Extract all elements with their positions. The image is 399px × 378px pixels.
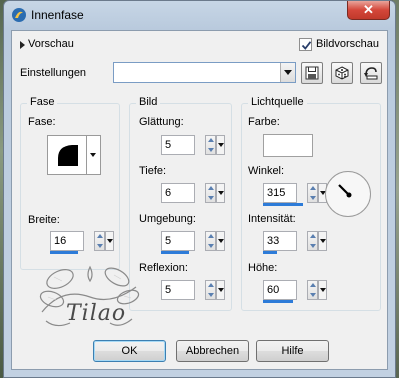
intensity-value: 33 — [267, 235, 280, 247]
fase-shape-preview[interactable] — [47, 135, 87, 175]
angle-slider-bar[interactable] — [263, 203, 303, 206]
height-spinbox[interactable]: 60 — [263, 280, 327, 303]
intensity-slider-bar[interactable] — [263, 251, 277, 254]
smoothness-spin-arrows[interactable] — [205, 135, 216, 155]
intensity-spinbox[interactable]: 33 — [263, 231, 327, 254]
depth-spinbox[interactable]: 6 — [161, 183, 225, 203]
smoothness-label: Glättung: — [139, 116, 184, 128]
ok-button[interactable]: OK — [93, 340, 166, 362]
tilao-watermark: Tilao — [32, 257, 148, 343]
light-color-swatch[interactable] — [263, 134, 313, 157]
ambient-spinbox[interactable]: 5 — [161, 231, 225, 254]
ambient-slider-bar[interactable] — [161, 251, 189, 254]
watermark-text: Tilao — [66, 301, 127, 326]
ambient-value: 5 — [165, 235, 172, 247]
title-bar[interactable]: Innenfase ✕ — [4, 1, 395, 29]
ambient-dropdown[interactable] — [216, 231, 225, 251]
intensity-label: Intensität: — [248, 213, 296, 225]
window-title: Innenfase — [31, 8, 84, 22]
depth-label: Tiefe: — [139, 165, 167, 177]
angle-dial[interactable] — [325, 171, 371, 217]
height-value: 60 — [267, 284, 280, 296]
save-preset-button[interactable] — [301, 62, 323, 84]
ambient-label: Umgebung: — [139, 213, 196, 225]
bildvorschau-label: Bildvorschau — [316, 38, 379, 50]
settings-combobox[interactable] — [113, 62, 296, 83]
preview-toggle-label[interactable]: Vorschau — [28, 38, 74, 50]
reflection-spinbox[interactable]: 5 — [161, 280, 225, 300]
intensity-dropdown[interactable] — [318, 231, 327, 251]
reflection-value: 5 — [165, 284, 172, 296]
width-value: 16 — [54, 235, 67, 247]
bild-group-title: Bild — [136, 96, 161, 108]
fase-shape-dropdown[interactable] — [87, 135, 101, 175]
bildvorschau-checkbox[interactable] — [299, 38, 312, 51]
smoothness-dropdown[interactable] — [216, 135, 225, 155]
smoothness-value: 5 — [165, 139, 172, 151]
fase-shape-label: Fase: — [28, 116, 56, 128]
width-label: Breite: — [28, 214, 60, 226]
angle-label: Winkel: — [248, 165, 285, 177]
reflection-dropdown[interactable] — [216, 280, 225, 300]
width-dropdown[interactable] — [105, 231, 114, 251]
cancel-button[interactable]: Abbrechen — [176, 340, 249, 362]
settings-label: Einstellungen — [20, 67, 87, 79]
light-color-label: Farbe: — [248, 116, 280, 128]
smoothness-spinbox[interactable]: 5 — [161, 135, 225, 155]
height-dropdown[interactable] — [318, 280, 327, 300]
width-slider-bar[interactable] — [50, 251, 78, 254]
checkmark-icon — [301, 41, 312, 50]
ambient-spin-arrows[interactable] — [205, 231, 216, 251]
floppy-disk-icon — [305, 66, 319, 80]
width-spinbox[interactable]: 16 — [50, 231, 114, 254]
reset-defaults-button[interactable] — [360, 62, 382, 84]
depth-spin-arrows[interactable] — [205, 183, 216, 203]
angle-spinbox[interactable]: 315 — [263, 183, 327, 206]
angle-value: 315 — [267, 187, 286, 199]
expand-triangle-icon[interactable] — [20, 41, 25, 49]
angle-spin-arrows[interactable] — [307, 183, 318, 203]
height-slider-bar[interactable] — [263, 300, 293, 303]
fase-group-title: Fase — [27, 96, 58, 108]
close-button[interactable]: ✕ — [347, 1, 390, 20]
bevel-shape-icon — [58, 145, 78, 166]
close-icon: ✕ — [363, 2, 374, 17]
width-spin-arrows[interactable] — [94, 231, 105, 251]
light-group-title: Lichtquelle — [248, 96, 307, 108]
height-label: Höhe: — [248, 262, 278, 274]
randomize-button[interactable] — [331, 62, 353, 84]
height-spin-arrows[interactable] — [307, 280, 318, 300]
settings-dropdown-button[interactable] — [280, 63, 295, 82]
depth-value: 6 — [165, 187, 172, 199]
dice-icon — [335, 66, 349, 80]
reset-icon — [364, 67, 378, 80]
depth-dropdown[interactable] — [216, 183, 225, 203]
reflection-spin-arrows[interactable] — [205, 280, 216, 300]
dialog-client-area: Vorschau Bildvorschau Einstellungen Fase… — [11, 30, 388, 370]
intensity-spin-arrows[interactable] — [307, 231, 318, 251]
dialog-window: Innenfase ✕ Vorschau Bildvorschau Einste… — [3, 0, 396, 378]
angle-needle-icon — [338, 184, 352, 198]
help-button[interactable]: Hilfe — [256, 340, 329, 362]
app-icon — [11, 7, 27, 23]
